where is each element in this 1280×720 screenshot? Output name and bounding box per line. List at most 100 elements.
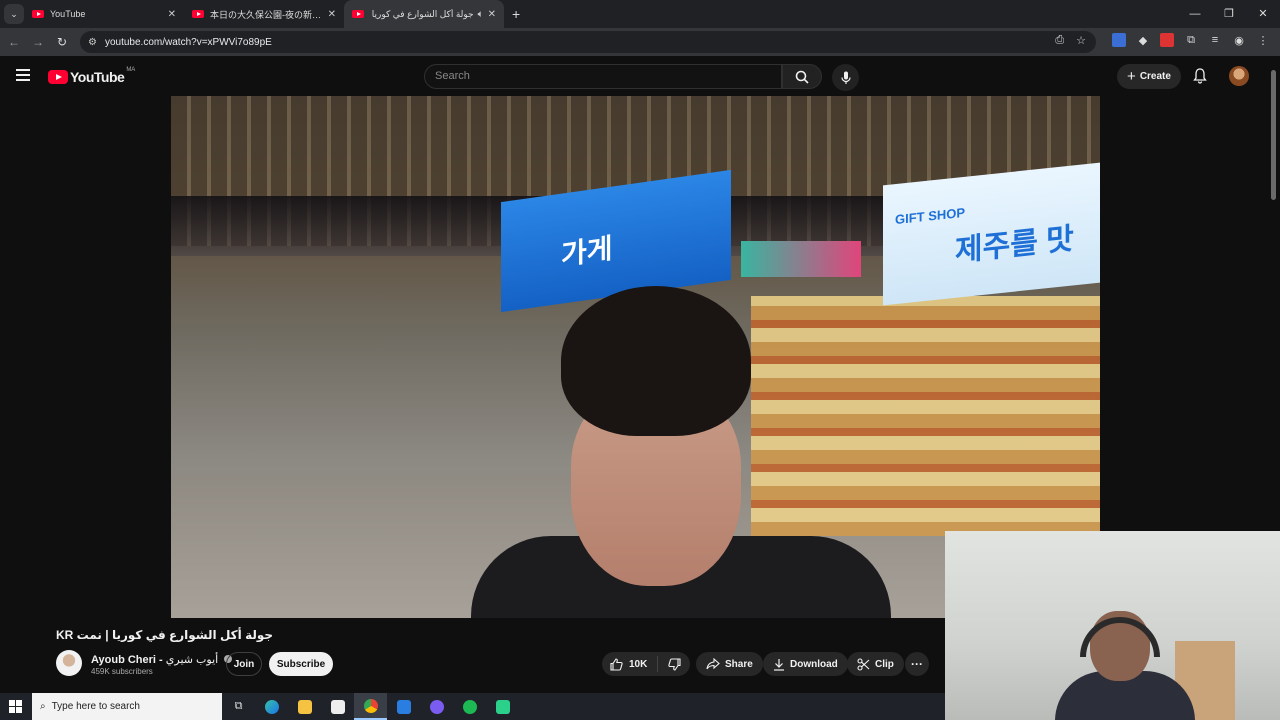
back-icon[interactable]: ← [2, 35, 26, 49]
install-app-icon[interactable]: ⎙ [1055, 34, 1064, 47]
scissors-icon [857, 657, 870, 671]
thumbs-down-icon [667, 657, 681, 671]
clip-label: Clip [875, 658, 894, 670]
close-window-icon[interactable]: ✕ [1246, 0, 1280, 28]
gift-shop-text: GIFT SHOP [895, 204, 966, 228]
download-button[interactable]: Download [763, 652, 848, 676]
profile-icon[interactable]: ◉ [1232, 33, 1246, 47]
browser-tab[interactable]: 本日の大久保公園-夜の新宿歌舞伎町 ✕ [184, 0, 344, 28]
video-scene-person [471, 286, 891, 618]
youtube-header: YouTube MA Search + Create [0, 56, 1280, 96]
subscriber-count: 459K subscribers [91, 667, 153, 676]
tab-search-button[interactable]: ⌄ [4, 4, 24, 24]
share-label: Share [725, 658, 753, 670]
browser-tab-active[interactable]: جولة أكل الشوارع في كوريا 🔈︎ ✕ [344, 0, 504, 28]
download-label: Download [790, 658, 838, 670]
windows-taskbar: ⌕ Type here to search ⧉ [0, 693, 945, 720]
like-dislike-group: 10K [602, 652, 690, 676]
taskbar-search-icon: ⌕ [40, 701, 46, 712]
microsoft-store-icon[interactable] [321, 693, 354, 720]
site-info-icon[interactable]: ⚙ [88, 37, 97, 48]
thumbs-up-icon [610, 657, 623, 671]
join-button[interactable]: Join [226, 652, 262, 676]
video-scene-gift-shop-sign: GIFT SHOP 제주를 맛 [883, 162, 1100, 306]
search-input[interactable]: Search [424, 64, 782, 89]
youtube-play-icon [48, 70, 68, 84]
restore-icon[interactable]: ❐ [1212, 0, 1246, 28]
taskbar-search-box[interactable]: ⌕ Type here to search [32, 693, 222, 720]
youtube-favicon-icon [192, 10, 204, 18]
webcam-person [1055, 611, 1195, 720]
like-count: 10K [629, 658, 648, 670]
channel-name-latin: Ayoub Cheri - [91, 654, 163, 666]
windows-logo-icon [8, 700, 22, 713]
create-button[interactable]: + Create [1117, 64, 1181, 89]
jeju-sign-text: 제주를 맛 [955, 222, 1074, 268]
red-extension-icon[interactable] [1160, 33, 1174, 47]
microphone-icon [840, 71, 851, 84]
search-icon [795, 70, 809, 84]
guide-menu-icon[interactable] [16, 69, 30, 81]
video-scene-pink-sign [741, 241, 861, 277]
search-button[interactable] [782, 64, 822, 89]
browser-menu-icon[interactable]: ⋮ [1256, 33, 1270, 47]
chrome-browser-icon[interactable] [354, 693, 387, 720]
file-explorer-icon[interactable] [288, 693, 321, 720]
minimize-icon[interactable]: — [1178, 0, 1212, 28]
tab-title: YouTube [50, 9, 86, 19]
dislike-button[interactable] [658, 657, 690, 671]
youtube-favicon-icon [352, 10, 364, 18]
task-view-icon[interactable]: ⧉ [222, 693, 255, 720]
plus-icon: + [1127, 68, 1136, 85]
diamond-extension-icon[interactable]: ◆ [1136, 33, 1150, 47]
mail-app-icon[interactable] [387, 693, 420, 720]
country-code: MA [126, 67, 136, 73]
forward-icon[interactable]: → [26, 35, 50, 49]
taskbar-search-placeholder: Type here to search [51, 701, 140, 712]
share-button[interactable]: Share [696, 652, 763, 676]
tab-close-icon[interactable]: ✕ [488, 9, 496, 20]
person-hair [561, 286, 751, 436]
headset [1080, 617, 1160, 657]
channel-name[interactable]: Ayoub Cheri - أيوب شيري [91, 653, 233, 666]
notifications-bell-icon[interactable] [1193, 68, 1207, 84]
channel-name-arabic: أيوب شيري [165, 654, 219, 666]
webcam-overlay [945, 531, 1280, 720]
blue-sign-text: 가게 [561, 232, 613, 271]
edge-browser-icon[interactable] [255, 693, 288, 720]
clip-button[interactable]: Clip [847, 652, 904, 676]
tab-close-icon[interactable]: ✕ [168, 9, 176, 20]
tab-title: جولة أكل الشوارع في كوريا [371, 8, 474, 19]
reload-icon[interactable]: ↻ [50, 35, 74, 49]
url-text: youtube.com/watch?v=xPWVi7o89pE [104, 36, 272, 48]
extensions-puzzle-icon[interactable]: ⧉ [1184, 33, 1198, 47]
youtube-favicon-icon [32, 10, 44, 18]
speaker-icon: 🔈︎ [477, 8, 484, 20]
more-horizontal-icon: ··· [911, 657, 923, 671]
page-scrollbar[interactable] [1270, 64, 1276, 204]
window-controls: — ❐ ✕ [1178, 0, 1280, 28]
like-button[interactable]: 10K [602, 656, 658, 672]
green-app-icon[interactable] [486, 693, 519, 720]
logo-wordmark: YouTube [70, 69, 125, 85]
translate-extension-icon[interactable] [1112, 33, 1126, 47]
spotify-icon[interactable] [453, 693, 486, 720]
tab-close-icon[interactable]: ✕ [328, 9, 336, 20]
browser-toolbar: ← → ↻ ⚙ youtube.com/watch?v=xPWVi7o89pE … [0, 28, 1280, 56]
new-tab-button[interactable]: + [512, 6, 520, 22]
account-avatar[interactable] [1229, 66, 1249, 86]
address-bar[interactable]: ⚙ youtube.com/watch?v=xPWVi7o89pE ⎙ ☆ [80, 31, 1096, 53]
more-actions-button[interactable]: ··· [905, 652, 929, 676]
browser-tab[interactable]: YouTube ✕ [24, 0, 184, 28]
youtube-logo[interactable]: YouTube MA [48, 67, 136, 85]
browser-tab-strip: ⌄ YouTube ✕ 本日の大久保公園-夜の新宿歌舞伎町 ✕ جولة أكل… [0, 0, 1280, 28]
extensions-area: ◆ ⧉ ≡ ◉ ⋮ [1112, 33, 1270, 47]
discord-like-app-icon[interactable] [420, 693, 453, 720]
channel-avatar[interactable] [56, 650, 82, 676]
bookmark-star-icon[interactable]: ☆ [1076, 34, 1086, 47]
subscribe-button[interactable]: Subscribe [269, 652, 333, 676]
voice-search-button[interactable] [832, 64, 859, 91]
media-control-icon[interactable]: ≡ [1208, 33, 1222, 47]
windows-start-button[interactable] [0, 693, 30, 720]
create-label: Create [1139, 71, 1171, 82]
